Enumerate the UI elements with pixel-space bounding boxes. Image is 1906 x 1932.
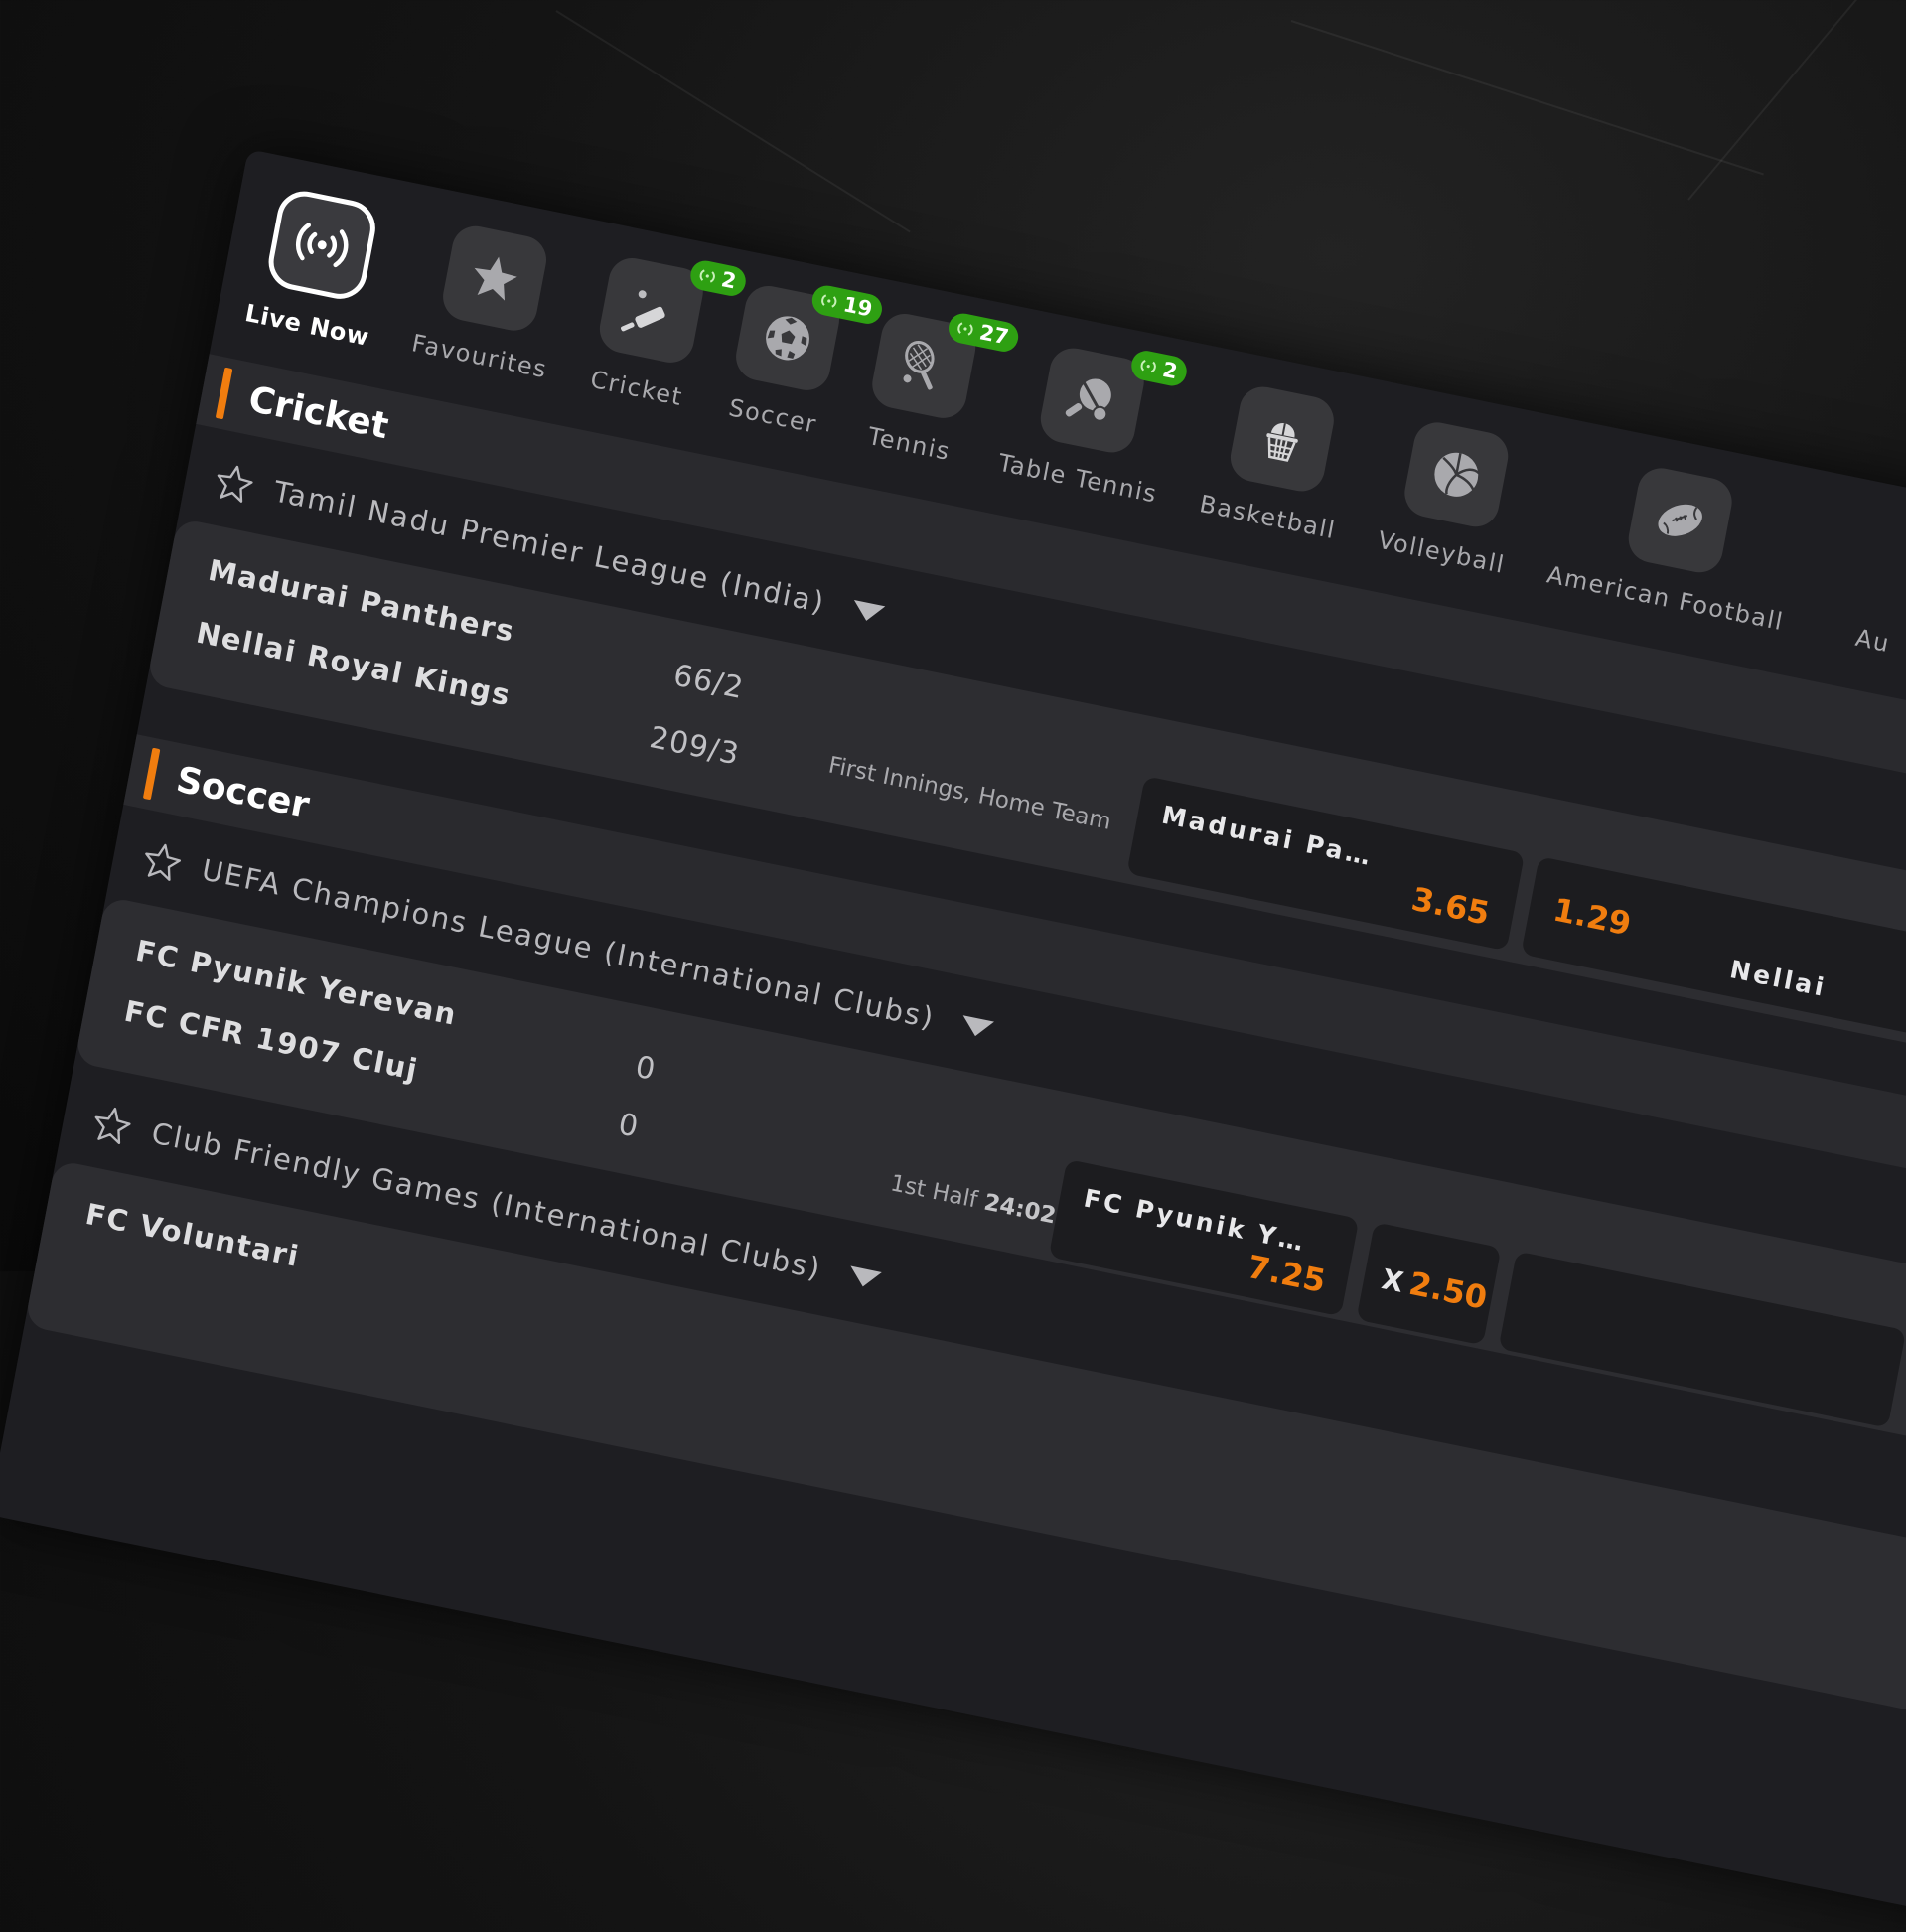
tab-tile (438, 222, 550, 335)
accent-bar (142, 747, 161, 801)
tab-live-now[interactable]: Live Now (243, 184, 393, 352)
tab-volleyball[interactable]: Volleyball (1376, 415, 1529, 579)
tab-label: Basketball (1197, 489, 1339, 545)
odds-button-draw[interactable]: X 2.50 (1356, 1222, 1502, 1346)
odds-value: 2.50 (1405, 1263, 1491, 1317)
tab-label: American Football (1544, 560, 1787, 637)
tab-tile (1227, 382, 1339, 496)
tab-soccer[interactable]: 19 Soccer (724, 281, 885, 440)
tab-label: Table Tennis (995, 448, 1160, 509)
match-period: 1st Half (888, 1170, 980, 1214)
live-count: 19 (841, 292, 875, 322)
section-title: Soccer (173, 759, 313, 826)
odds-value: 7.25 (1245, 1247, 1329, 1301)
match-status: 1st Half 24:02 (888, 1170, 1058, 1229)
odds-label: Madurai Pa… (1159, 800, 1376, 872)
tab-label: Soccer (726, 393, 819, 439)
live-count-badge: 2 (687, 257, 749, 299)
home-team: FC Voluntari (82, 1196, 303, 1273)
tab-tennis[interactable]: 27 Tennis (860, 309, 1021, 468)
tab-label: Au (1853, 623, 1893, 659)
tab-basketball[interactable]: Basketball (1197, 378, 1359, 544)
home-score: 0 (632, 1049, 660, 1089)
tab-tile (264, 186, 380, 304)
tab-label: Cricket (588, 365, 685, 412)
live-count: 2 (1160, 357, 1180, 384)
tab-favourites[interactable]: Favourites (409, 218, 570, 383)
live-signal-icon (1140, 359, 1156, 373)
away-score: 0 (615, 1107, 643, 1145)
tab-tile: 2 (595, 253, 749, 368)
tab-american-football[interactable]: American Football (1544, 449, 1807, 636)
live-count-badge: 2 (1128, 348, 1190, 389)
tab-tile: 2 (1037, 344, 1190, 457)
tab-tile: 19 (732, 281, 885, 395)
chevron-down-icon[interactable] (846, 1265, 882, 1290)
live-count: 27 (977, 320, 1011, 350)
favourite-star-icon[interactable] (213, 460, 256, 505)
tab-tile: 27 (868, 309, 1021, 423)
tennis-racket-icon (903, 341, 935, 390)
section-title: Cricket (245, 378, 392, 447)
tab-label: Favourites (409, 329, 550, 384)
tab-tile (1624, 464, 1736, 577)
basketball-hoop-icon (1266, 423, 1299, 462)
favourite-star-icon[interactable] (140, 838, 184, 883)
chevron-down-icon[interactable] (850, 599, 886, 625)
tab-tile (1400, 418, 1513, 531)
match-status: First Innings, Home Team (825, 752, 1113, 835)
odds-value: 1.29 (1549, 890, 1635, 944)
odds-button-away[interactable]: 1.29 Nellai (1521, 856, 1906, 1058)
volleyball-icon (1434, 452, 1480, 497)
odds-label: Nellai (1727, 955, 1830, 1003)
live-signal-icon (957, 322, 973, 336)
american-football-icon (1658, 504, 1702, 536)
tab-label: Live Now (242, 298, 371, 352)
odds-label: X (1379, 1263, 1406, 1299)
tab-label: Volleyball (1376, 525, 1508, 580)
chevron-down-icon[interactable] (959, 1015, 995, 1040)
tab-cricket[interactable]: 2 Cricket (587, 253, 749, 412)
sportsbook-panel: Live Now Favourites 2 Cricket 19 Soccer … (0, 149, 1906, 1932)
live-signal-icon (821, 294, 837, 308)
home-score: 66/2 (670, 658, 747, 707)
odds-button-home[interactable]: Madurai Pa… 3.65 (1126, 776, 1526, 952)
live-broadcast-icon (296, 223, 349, 268)
accent-bar (215, 367, 233, 420)
tab-australian-rules[interactable]: Au (1824, 507, 1906, 665)
live-signal-icon (699, 269, 715, 283)
favourite-star-icon[interactable] (90, 1103, 134, 1147)
away-score: 209/3 (647, 719, 743, 773)
match-clock: 24:02 (981, 1189, 1059, 1230)
soccer-ball-icon (766, 316, 810, 361)
tab-label: Tennis (865, 421, 953, 467)
live-count: 2 (719, 267, 739, 294)
cricket-bat-icon (621, 290, 665, 332)
tab-table-tennis[interactable]: 2 Table Tennis (995, 338, 1190, 509)
odds-label: FC Pyunik Y… (1081, 1183, 1309, 1258)
ping-pong-paddle-icon (1066, 378, 1112, 422)
odds-value: 3.65 (1408, 879, 1493, 933)
star-icon (474, 256, 517, 301)
